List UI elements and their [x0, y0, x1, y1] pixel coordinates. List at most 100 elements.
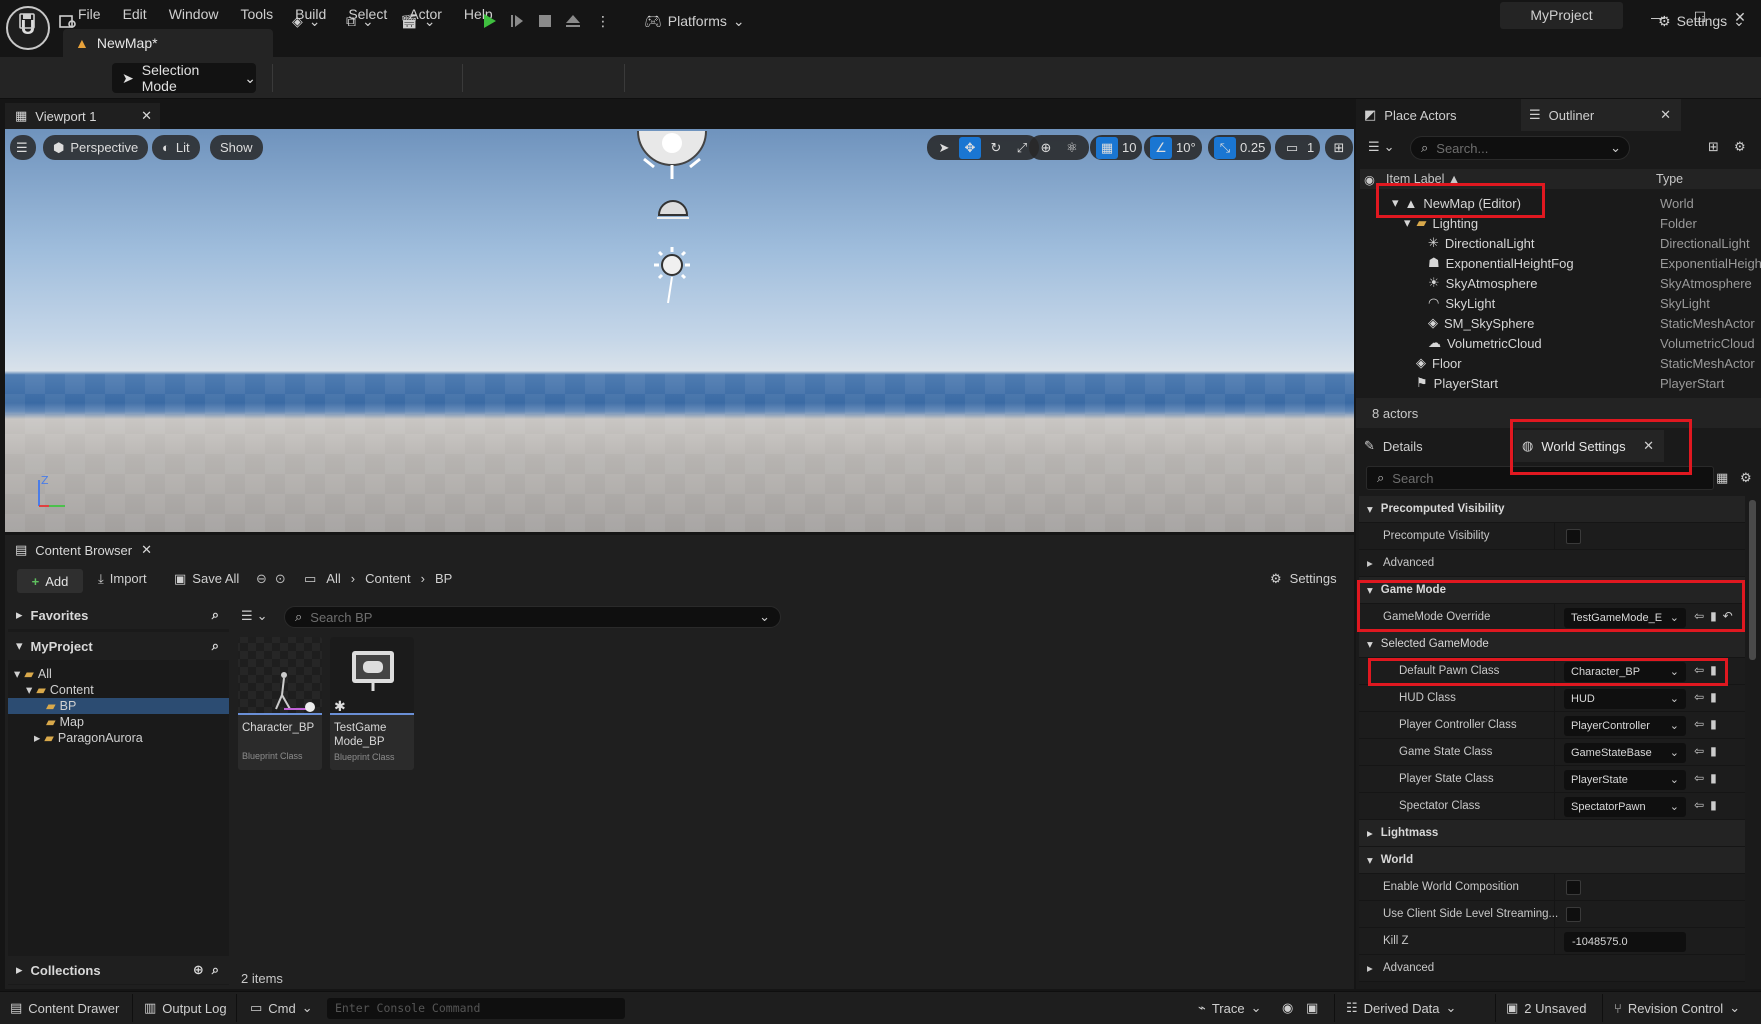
- details-scrollbar[interactable]: [1749, 500, 1756, 660]
- outliner-row-volumetriccloud[interactable]: ☁ VolumetricCloud VolumetricCloud: [1356, 333, 1761, 353]
- close-icon[interactable]: ✕: [1660, 107, 1671, 123]
- search-icon[interactable]: ⌕: [212, 638, 219, 654]
- details-search-input[interactable]: ⌕ Search: [1366, 466, 1714, 490]
- category-precomputed-visibility[interactable]: ▾ Precomputed Visibility: [1359, 496, 1745, 523]
- select-tool-icon[interactable]: ➤: [933, 137, 955, 159]
- outliner-filter-button[interactable]: ☰ ⌄: [1368, 139, 1395, 155]
- show-button[interactable]: Show: [210, 135, 263, 160]
- client-streaming-checkbox[interactable]: [1566, 907, 1581, 922]
- grid-snap-toggle[interactable]: ▦ 10: [1090, 135, 1143, 160]
- add-folder-icon[interactable]: ⊞: [1708, 139, 1719, 155]
- browse-icon[interactable]: [52, 6, 84, 36]
- use-selected-icon[interactable]: ⇦: [1694, 663, 1704, 677]
- platforms-button[interactable]: 🎮︎ Platforms ⌄: [638, 6, 751, 36]
- outliner-row-lighting[interactable]: ▾ ▰ Lighting Folder: [1356, 213, 1761, 233]
- console-input[interactable]: Enter Console Command: [327, 998, 625, 1019]
- status-icon-a[interactable]: ◉: [1282, 997, 1293, 1019]
- gear-icon[interactable]: ⚙: [1740, 470, 1752, 486]
- directional-light-icon[interactable]: [650, 245, 694, 307]
- back-icon[interactable]: ⊖: [256, 571, 267, 587]
- outliner-row-skylight[interactable]: ◠ SkyLight SkyLight: [1356, 293, 1761, 313]
- stop-button[interactable]: [530, 6, 560, 36]
- skylight-icon[interactable]: [630, 129, 714, 185]
- browse-asset-icon[interactable]: ▮: [1710, 771, 1717, 785]
- trace-button[interactable]: ⌁ Trace ⌄: [1198, 997, 1261, 1019]
- tree-item-paragonaurora[interactable]: ▸ ▰ ParagonAurora: [8, 730, 229, 746]
- output-log-button[interactable]: ▥ Output Log: [144, 997, 227, 1019]
- close-icon[interactable]: ✕: [1643, 438, 1654, 454]
- breadcrumb-content[interactable]: Content: [365, 571, 411, 587]
- category-selected-gamemode[interactable]: ▾ Selected GameMode: [1359, 631, 1745, 658]
- add-actor-button[interactable]: ◈ ⌄: [286, 6, 327, 36]
- add-button[interactable]: + Add: [17, 569, 83, 593]
- asset-tile-testgamemode-bp[interactable]: ✱ TestGame Mode_BP Blueprint Class: [330, 637, 414, 770]
- layout-button[interactable]: ⊞: [1325, 135, 1353, 160]
- browse-asset-icon[interactable]: ▮: [1710, 690, 1717, 704]
- hud-class-dropdown[interactable]: HUD ⌄: [1564, 689, 1686, 709]
- status-icon-b[interactable]: ▣: [1306, 997, 1318, 1019]
- favorites-header[interactable]: ▸ Favorites ⌕: [8, 601, 229, 629]
- player-state-dropdown[interactable]: PlayerState ⌄: [1564, 770, 1686, 790]
- sky-atmosphere-icon[interactable]: [655, 191, 691, 221]
- save-icon[interactable]: [12, 6, 42, 36]
- use-selected-icon[interactable]: ⇦: [1694, 690, 1704, 704]
- spectator-dropdown[interactable]: SpectatorPawn ⌄: [1564, 797, 1686, 817]
- close-icon[interactable]: ✕: [141, 542, 152, 558]
- asset-search-input[interactable]: ⌕ Search BP ⌄: [284, 606, 781, 628]
- breadcrumb-all[interactable]: All: [326, 571, 340, 587]
- browse-asset-icon[interactable]: ▮: [1710, 609, 1717, 623]
- menu-edit[interactable]: Edit: [112, 4, 158, 24]
- camera-speed-button[interactable]: ▭ 1: [1275, 135, 1321, 160]
- use-selected-icon[interactable]: ⇦: [1694, 609, 1704, 623]
- default-pawn-dropdown[interactable]: Character_BP ⌄: [1564, 662, 1686, 682]
- save-all-button[interactable]: ▣ Save All: [174, 571, 239, 587]
- precompute-visibility-checkbox[interactable]: [1566, 529, 1581, 544]
- level-viewport[interactable]: ☰ ⬢ Perspective ◐ Lit Show ➤ ✥ ↻ ⤢ ⊕ ⚛ ▦…: [5, 129, 1354, 532]
- world-composition-checkbox[interactable]: [1566, 880, 1581, 895]
- breadcrumb-bp[interactable]: BP: [435, 571, 452, 587]
- cb-settings-button[interactable]: ⚙ Settings: [1270, 571, 1337, 587]
- eject-button[interactable]: [558, 6, 588, 36]
- filter-button[interactable]: ☰ ⌄: [241, 608, 268, 624]
- add-collection-icon[interactable]: ⊕: [193, 962, 204, 978]
- perspective-button[interactable]: ⬢ Perspective: [43, 135, 149, 160]
- selection-mode-dropdown[interactable]: ➤ Selection Mode ⌄: [112, 62, 256, 94]
- lit-button[interactable]: ◐ Lit: [152, 135, 200, 160]
- collections-header[interactable]: ▸ Collections ⊕ ⌕: [8, 956, 229, 984]
- move-tool-icon[interactable]: ✥: [959, 136, 981, 159]
- advance-frame-button[interactable]: [502, 6, 532, 36]
- tree-item-map[interactable]: ▰ Map: [8, 714, 229, 730]
- browse-asset-icon[interactable]: ▮: [1710, 744, 1717, 758]
- cinematics-button[interactable]: 🎬︎ ⌄: [394, 6, 442, 36]
- tab-viewport[interactable]: ▦ Viewport 1 ✕: [5, 103, 160, 129]
- category-game-mode[interactable]: ▾ Game Mode: [1359, 577, 1745, 604]
- use-selected-icon[interactable]: ⇦: [1694, 717, 1704, 731]
- search-icon[interactable]: ⌕: [212, 607, 219, 623]
- unsaved-button[interactable]: ▣ 2 Unsaved: [1506, 997, 1586, 1019]
- prop-advanced-world[interactable]: ▸ Advanced: [1359, 955, 1745, 982]
- player-controller-dropdown[interactable]: PlayerController ⌄: [1564, 716, 1686, 736]
- world-icon[interactable]: ⊕: [1035, 137, 1057, 159]
- category-world[interactable]: ▾ World: [1359, 847, 1745, 874]
- viewport-menu-button[interactable]: ☰: [10, 135, 36, 160]
- reset-icon[interactable]: ↶: [1723, 609, 1733, 623]
- close-icon[interactable]: ✕: [141, 108, 152, 124]
- document-tab-newmap[interactable]: ▲ NewMap*: [63, 29, 273, 57]
- cmd-dropdown[interactable]: ▭ Cmd ⌄: [250, 997, 313, 1019]
- project-header[interactable]: ▾ MyProject ⌕: [8, 632, 229, 660]
- outliner-search-input[interactable]: ⌕ Search... ⌄: [1410, 136, 1630, 160]
- tree-item-bp[interactable]: ▰ BP: [8, 698, 229, 714]
- kill-z-input[interactable]: -1048575.0: [1564, 932, 1686, 952]
- settings-button[interactable]: ⚙ Settings ⌄: [1652, 6, 1751, 36]
- menu-window[interactable]: Window: [158, 4, 230, 24]
- game-state-dropdown[interactable]: GameStateBase ⌄: [1564, 743, 1686, 763]
- play-button[interactable]: [474, 6, 504, 36]
- outliner-row-floor[interactable]: ◈ Floor StaticMeshActor: [1356, 353, 1761, 373]
- tree-item-content[interactable]: ▾ ▰ Content: [8, 682, 229, 698]
- table-view-icon[interactable]: ▦: [1716, 470, 1728, 486]
- forward-icon[interactable]: ⊙: [275, 571, 286, 587]
- play-options-icon[interactable]: ⋮: [590, 6, 616, 36]
- eye-icon[interactable]: ◉: [1364, 172, 1375, 187]
- derived-data-button[interactable]: ☷ Derived Data ⌄: [1346, 997, 1456, 1019]
- browse-asset-icon[interactable]: ▮: [1710, 798, 1717, 812]
